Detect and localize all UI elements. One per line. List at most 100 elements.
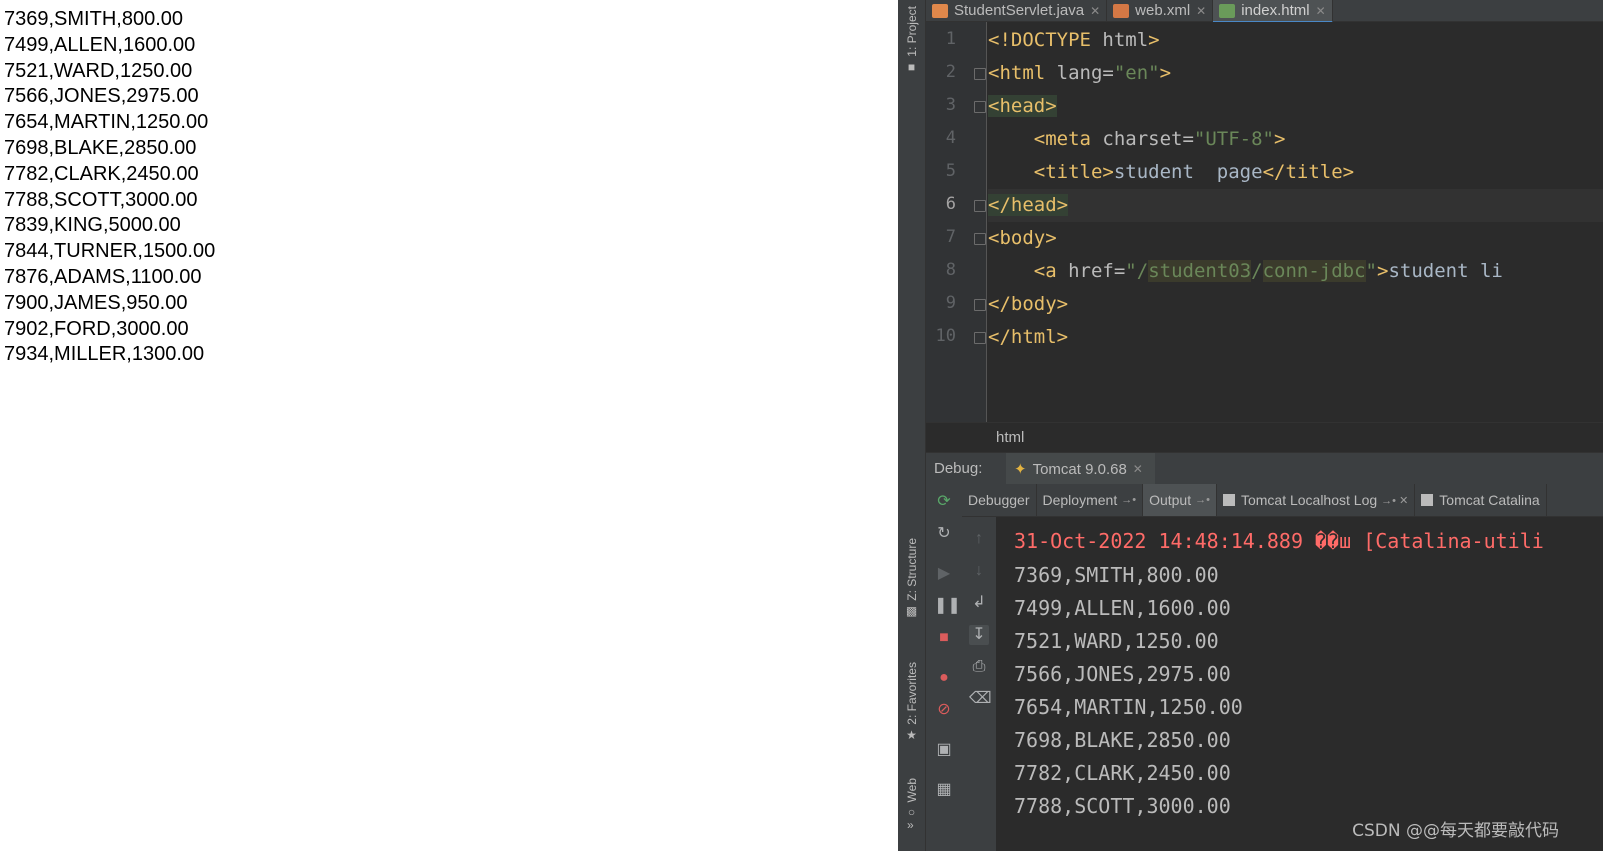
camera-icon[interactable]: ▣ [934, 740, 954, 760]
layout-icon[interactable]: ▦ [934, 780, 954, 800]
code-area[interactable]: <!DOCTYPE html> <html lang="en"> <head> … [988, 22, 1603, 422]
web-tab-label: Web [904, 778, 919, 803]
output-line: 7369,SMITH,800.00 [4, 8, 183, 30]
fold-marker-icon[interactable] [974, 68, 986, 80]
fold-marker-icon[interactable] [974, 299, 986, 311]
breadcrumb-item[interactable]: html [996, 429, 1024, 446]
line-number: 6 [945, 194, 956, 214]
console-line: 7499,ALLEN,1600.00 [1014, 596, 1231, 620]
code-line-7: <body> [988, 222, 1603, 255]
string-token: "en" [1113, 62, 1160, 84]
line-number: 4 [945, 128, 956, 148]
up-arrow-icon[interactable]: ↑ [969, 529, 989, 549]
web-tool-tab[interactable]: Web ○ [898, 778, 925, 818]
tab-deployment[interactable]: Deployment →• [1037, 484, 1144, 516]
scroll-to-end-icon[interactable]: ↧ [969, 625, 989, 645]
line-number-gutter: 1 2 3 4 5 6 7 8 9 10 [926, 22, 987, 422]
close-icon[interactable]: ✕ [1133, 462, 1143, 476]
console-line: 7654,MARTIN,1250.00 [1014, 695, 1243, 719]
output-line: 7900,JAMES,950.00 [4, 291, 188, 314]
log-icon [1421, 494, 1434, 506]
output-line: 7782,CLARK,2450.00 [4, 162, 199, 185]
fold-marker-icon[interactable] [974, 101, 986, 113]
console-log-line: 31-Oct-2022 14:48:14.889 ��ш [Catalina-u… [1014, 529, 1544, 553]
tag-token: </title> [1262, 161, 1355, 183]
code-line-9: </body> [988, 288, 1603, 321]
close-icon[interactable]: ✕ [1316, 4, 1326, 18]
output-line: 7566,JONES,2975.00 [4, 85, 199, 108]
console-line: 7566,JONES,2975.00 [1014, 662, 1231, 686]
view-breakpoints-icon[interactable]: ● [934, 668, 954, 688]
fold-marker-icon[interactable] [974, 332, 986, 344]
tab-studentservlet-java[interactable]: StudentServlet.java ✕ [926, 0, 1108, 21]
run-config-tab[interactable]: ✦ Tomcat 9.0.68 ✕ [1006, 453, 1155, 485]
line-number: 9 [945, 293, 956, 313]
refresh-icon[interactable]: ↻ [934, 524, 954, 544]
project-tab-label: 1: Project [904, 6, 919, 57]
tag-token: > [1274, 128, 1286, 150]
tag-token: <title> [1033, 161, 1114, 183]
tab-tomcat-localhost-log[interactable]: Tomcat Localhost Log →• ✕ [1217, 484, 1416, 516]
trash-icon[interactable]: ⌫ [969, 689, 992, 709]
line-number: 8 [945, 260, 956, 280]
tag-token: <!DOCTYPE [988, 29, 1091, 51]
line-number: 7 [945, 227, 956, 247]
rerun-icon[interactable]: ⟳ [934, 492, 954, 512]
pin-arrow-icon: →• ✕ [1381, 494, 1409, 507]
print-icon[interactable]: ⎙ [969, 657, 989, 677]
pin-arrow-icon: →• [1121, 494, 1137, 506]
tag-token: > [1148, 29, 1160, 51]
breadcrumb[interactable]: html [926, 422, 1603, 453]
soft-wrap-icon[interactable]: ↲ [969, 593, 989, 613]
line-number: 10 [935, 326, 956, 346]
structure-icon: ▩ [905, 603, 918, 618]
structure-tool-tab[interactable]: Z: Structure ▩ [898, 538, 925, 617]
path-token: conn-jdbc [1262, 260, 1366, 282]
path-token: student03 [1148, 260, 1252, 282]
code-line-1: <!DOCTYPE html> [988, 24, 1603, 57]
favorites-tool-tab[interactable]: 2: Favorites ★ [898, 662, 925, 741]
debug-toolbar: ⟳ ↻ ▶ ❚❚ ■ ● ⊘ ▣ ▦ [926, 484, 963, 851]
tag-token: </html> [988, 326, 1069, 348]
output-line: 7499,ALLEN,1600.00 [4, 33, 196, 56]
star-icon: ★ [906, 727, 917, 742]
tag-token: </head> [988, 194, 1069, 216]
tab-tomcat-catalina[interactable]: Tomcat Catalina [1415, 484, 1547, 516]
close-icon[interactable]: ✕ [1090, 4, 1100, 18]
text-token: student page [1113, 161, 1263, 183]
java-file-icon [932, 3, 948, 18]
down-arrow-icon[interactable]: ↓ [969, 561, 989, 581]
console-output[interactable]: 31-Oct-2022 14:48:14.889 ��ш [Catalina-u… [996, 517, 1603, 851]
string-token: " [1365, 260, 1377, 282]
close-icon[interactable]: ✕ [1196, 4, 1206, 18]
favorites-tab-label: 2: Favorites [904, 662, 919, 725]
html-file-icon [1219, 3, 1236, 18]
output-line: 7844,TURNER,1500.00 [4, 240, 216, 263]
more-icon[interactable]: » [907, 818, 914, 832]
tab-index-html[interactable]: index.html ✕ [1213, 0, 1333, 23]
line-number: 5 [945, 161, 956, 181]
resume-icon[interactable]: ▶ [934, 564, 954, 584]
tag-token: </body> [988, 293, 1069, 315]
fold-marker-icon[interactable] [974, 200, 986, 212]
fold-marker-icon[interactable] [974, 233, 986, 245]
stop-icon[interactable]: ■ [934, 628, 954, 648]
tab-label: Deployment [1042, 492, 1118, 508]
mute-breakpoints-icon[interactable]: ⊘ [934, 700, 954, 720]
tab-output[interactable]: Output →• [1143, 484, 1217, 516]
tool-window-strip: 1: Project ■ Z: Structure ▩ 2: Favorites… [898, 0, 926, 851]
project-tool-tab[interactable]: 1: Project ■ [898, 6, 925, 73]
tab-web-xml[interactable]: web.xml ✕ [1107, 0, 1214, 21]
debug-panel-header: Debug: ✦ Tomcat 9.0.68 ✕ [926, 452, 1603, 486]
code-editor[interactable]: 1 2 3 4 5 6 7 8 9 10 <!DOCTYPE html> <ht… [926, 22, 1603, 422]
browser-page: 7369,SMITH,800.00 7499,ALLEN,1600.00 752… [0, 0, 898, 851]
output-list: 7369,SMITH,800.00 7499,ALLEN,1600.00 752… [0, 0, 898, 368]
tab-label: Tomcat Localhost Log [1240, 492, 1378, 508]
code-line-6: </head> [988, 189, 1603, 222]
pause-icon[interactable]: ❚❚ [934, 596, 961, 616]
attr-token: html [1090, 29, 1149, 51]
console-line: 7369,SMITH,800.00 [1014, 563, 1219, 587]
tab-debugger[interactable]: Debugger [962, 484, 1037, 516]
